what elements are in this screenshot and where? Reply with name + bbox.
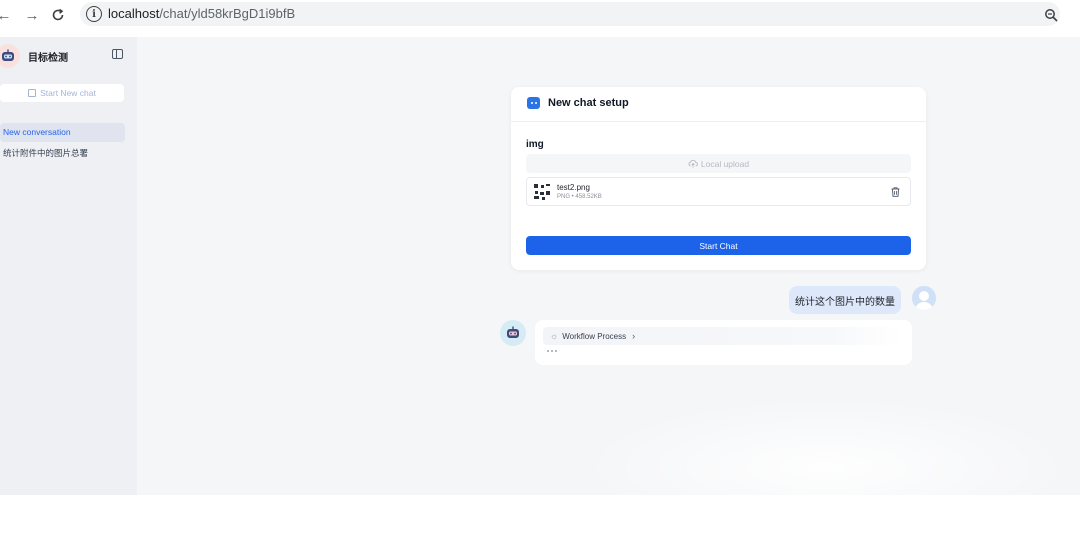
img-field-label: img [526, 139, 544, 150]
edit-icon [28, 89, 37, 97]
user-avatar-icon [915, 291, 933, 310]
user-message-text: 统计这个图片中的数量 [795, 296, 895, 308]
local-upload-button[interactable]: Local upload [526, 154, 911, 173]
info-icon[interactable]: i [86, 6, 102, 22]
conversation-item-new[interactable]: New conversation [0, 123, 125, 142]
conversation-item-history[interactable]: 统计附件中的图片总署 [0, 144, 125, 163]
start-chat-button[interactable]: Start Chat [526, 236, 911, 255]
reload-icon[interactable] [48, 5, 68, 25]
workflow-process-toggle[interactable]: ☼ Workflow Process › [543, 327, 902, 345]
spinner-icon: ☼ [550, 331, 559, 341]
image-file-icon [534, 184, 550, 200]
address-bar[interactable]: i localhost/chat/yld58krBgD1i9bfB [80, 2, 1060, 26]
file-name: test2.png [557, 183, 590, 192]
zoom-icon[interactable] [1044, 8, 1058, 22]
card-title: New chat setup [548, 97, 629, 109]
chat-bubble-icon [527, 97, 540, 109]
file-meta: PNG • 458.52KB [557, 194, 602, 200]
typing-dot [551, 350, 553, 352]
cloud-upload-icon [688, 159, 698, 168]
browser-toolbar: ← → i localhost/chat/yld58krBgD1i9bfB [0, 0, 1080, 30]
url-path: /chat/yld58krBgD1i9bfB [159, 6, 296, 21]
user-avatar [912, 286, 936, 310]
arrow-left-icon[interactable]: ← [0, 5, 14, 25]
uploaded-file-row: test2.png PNG • 458.52KB [526, 177, 911, 206]
user-message-bubble: 统计这个图片中的数量 [789, 286, 901, 314]
bot-avatar-svg [507, 326, 519, 338]
bot-message-card: ☼ Workflow Process › [535, 320, 912, 365]
typing-dot [555, 350, 557, 352]
url-text: localhost/chat/yld58krBgD1i9bfB [108, 6, 295, 21]
sidebar: 目标检测 Start New chat New conversation 统计附… [0, 37, 137, 495]
chat-setup-card: New chat setup img Local upload test2.pn… [511, 87, 926, 270]
bot-avatar-icon [500, 320, 526, 346]
local-upload-label: Local upload [700, 158, 750, 169]
chevron-right-icon: › [632, 331, 636, 341]
workflow-label: Workflow Process [562, 331, 627, 341]
card-header: New chat setup [511, 87, 926, 122]
robot-logo-svg [2, 49, 14, 61]
app-title: 目标检测 [28, 53, 68, 64]
start-new-chat-label: Start New chat [40, 88, 96, 98]
trash-icon[interactable] [891, 187, 900, 197]
sidebar-toggle-icon[interactable] [112, 49, 123, 59]
reload-icon-svg [52, 8, 64, 21]
typing-dot [547, 350, 549, 352]
url-host: localhost [108, 6, 160, 21]
typing-indicator [547, 350, 557, 352]
start-new-chat-button[interactable]: Start New chat [0, 84, 124, 102]
background-glow [577, 397, 1077, 537]
robot-logo-icon [0, 44, 20, 68]
arrow-right-icon[interactable]: → [22, 5, 42, 25]
